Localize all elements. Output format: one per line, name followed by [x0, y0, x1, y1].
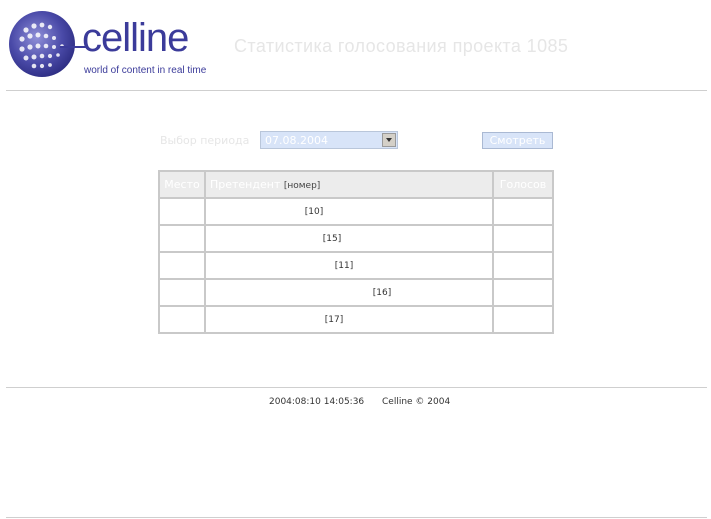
table-row: [17] — [158, 305, 554, 334]
votes-cell — [492, 251, 554, 280]
place-cell — [158, 251, 206, 280]
place-cell — [158, 224, 206, 253]
celline-logo: celline world of content in real time — [8, 10, 208, 78]
brand-name: celline — [82, 16, 189, 60]
footer-copyright: Celline © 2004 — [382, 397, 451, 407]
date-select[interactable]: 07.08.2004 — [260, 131, 398, 149]
votes-cell — [492, 305, 554, 334]
table-row: [11] — [158, 251, 554, 280]
brand-tagline: world of content in real time — [84, 65, 207, 76]
candidate-number: [17] — [324, 314, 344, 325]
page-title: Статистика голосования проекта 1085 — [234, 36, 569, 56]
table-row: [15] — [158, 224, 554, 253]
date-select-value: 07.08.2004 — [265, 134, 328, 147]
candidate-number: [16] — [372, 287, 392, 298]
candidate-cell: [10] — [203, 197, 495, 226]
candidate-number: [10] — [304, 206, 324, 217]
footer-timestamp: 2004:08:10 14:05:36 — [269, 397, 365, 407]
header-divider — [6, 90, 707, 91]
votes-cell — [492, 197, 554, 226]
place-header: Место — [158, 170, 206, 199]
period-label: Выбор периода — [160, 134, 250, 147]
bottom-divider — [6, 517, 707, 518]
candidate-number: [15] — [322, 233, 342, 244]
votes-cell — [492, 278, 554, 307]
footer-divider — [6, 387, 707, 388]
votes-cell — [492, 224, 554, 253]
table-header-row: Место Претендент [номер] Голосов — [158, 170, 554, 199]
candidate-number-hint: [номер] — [283, 181, 321, 191]
place-cell — [158, 197, 206, 226]
view-button[interactable]: Смотреть — [482, 132, 553, 149]
candidate-header-label: Претендент — [209, 178, 281, 191]
candidate-cell: [15] — [203, 224, 495, 253]
table-row: [10] — [158, 197, 554, 226]
place-cell — [158, 278, 206, 307]
place-cell — [158, 305, 206, 334]
table-row: [16] — [158, 278, 554, 307]
chevron-down-icon[interactable] — [382, 133, 396, 147]
candidate-number: [11] — [334, 260, 354, 271]
candidate-cell: [16] — [203, 278, 495, 307]
globe-icon — [9, 11, 86, 77]
votes-header: Голосов — [492, 170, 554, 199]
candidate-cell: [17] — [203, 305, 495, 334]
candidate-cell: [11] — [203, 251, 495, 280]
candidate-header: Претендент [номер] — [203, 170, 495, 199]
results-table: Место Претендент [номер] Голосов [10] [1… — [158, 170, 554, 334]
